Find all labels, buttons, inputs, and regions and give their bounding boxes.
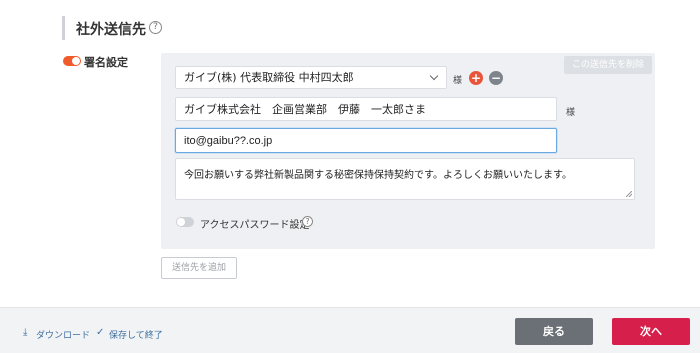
section-bar [62,16,65,40]
access-password-label: アクセスパスワード設定 [200,220,310,231]
check-icon[interactable]: ✓ [96,327,104,338]
download-link[interactable]: ダウンロード [36,328,90,341]
back-button[interactable]: 戻る [515,318,593,345]
email-input[interactable] [175,128,557,153]
company-name-input[interactable] [175,97,557,121]
help-icon[interactable]: ? [149,21,162,34]
chevron-down-icon [429,71,439,81]
save-exit-link[interactable]: 保存して終了 [109,328,163,341]
message-text: 今回お願いする弊社新製品関する秘密保持保持契約です。よろしくお願いいたします。 [184,170,572,181]
footer-bar [0,307,700,353]
signature-toggle[interactable] [63,56,81,66]
company-suffix: 様 [566,108,576,118]
recipient-select-value: ガイブ(株) 代表取締役 中村四太郎 [184,71,354,84]
delete-recipient-button[interactable]: この送信先を削除 [564,56,652,74]
add-recipient-button[interactable]: 送信先を追加 [161,257,237,279]
name-suffix: 様 [453,76,463,86]
recipient-select[interactable]: ガイブ(株) 代表取締役 中村四太郎 [175,66,447,89]
resize-handle[interactable] [626,191,632,197]
help-icon[interactable]: ? [302,216,313,227]
next-button[interactable]: 次へ [612,318,690,345]
signature-label: 署名設定 [84,56,128,69]
section-title: 社外送信先 [76,22,146,38]
add-icon[interactable]: + [469,71,483,85]
message-textarea[interactable]: 今回お願いする弊社新製品関する秘密保持保持契約です。よろしくお願いいたします。 [175,158,635,200]
remove-icon[interactable]: − [489,71,503,85]
download-icon[interactable]: ⤓ [23,327,27,338]
access-password-toggle[interactable] [176,217,194,227]
